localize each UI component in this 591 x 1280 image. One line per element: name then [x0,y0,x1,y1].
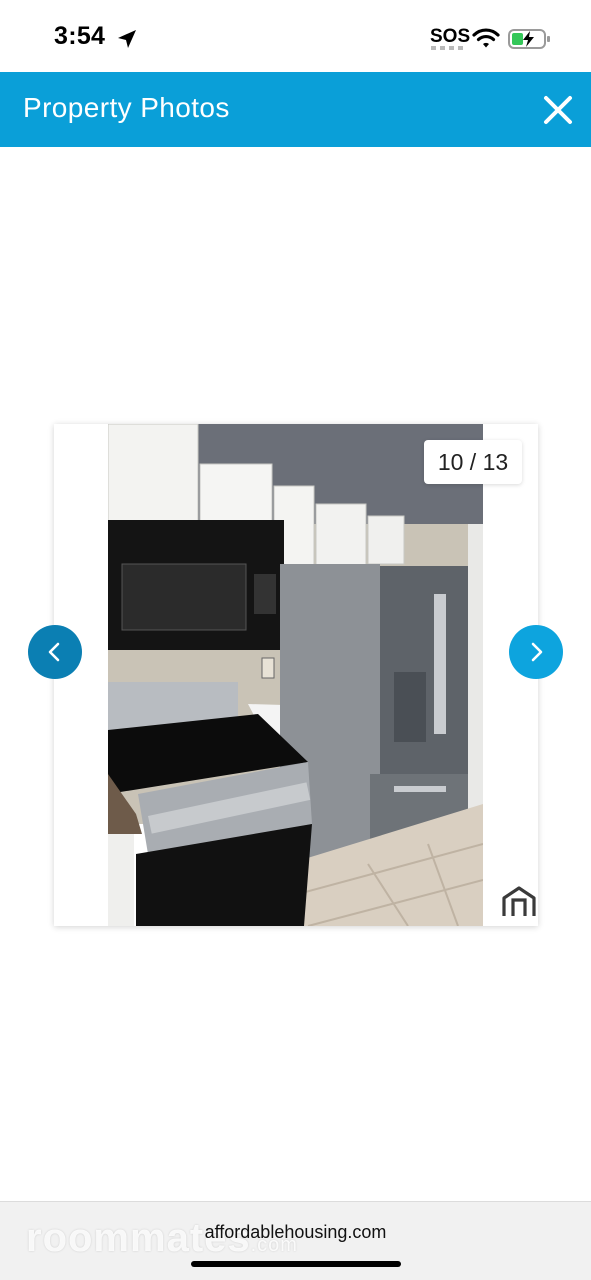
home-indicator[interactable] [191,1261,401,1267]
property-photo[interactable] [108,424,483,926]
chevron-left-icon [48,642,60,662]
status-bar: 3:54 SOS [0,0,591,72]
close-icon[interactable] [540,92,576,128]
wifi-icon [472,28,500,48]
page-title: Property Photos [23,92,230,123]
signal-dots [431,46,463,50]
location-arrow-icon [118,30,136,48]
status-time: 3:54 [54,22,106,50]
battery-charging-icon [508,29,550,49]
app-header: Property Photos [0,72,591,147]
sos-indicator: SOS [430,26,471,47]
previous-photo-button[interactable] [28,625,82,679]
photo-counter: 10 / 13 [424,440,522,484]
chevron-right-icon [531,642,543,662]
site-domain[interactable]: affordablehousing.com [0,1222,591,1243]
next-photo-button[interactable] [509,625,563,679]
home-logo-icon [502,886,536,916]
browser-address-bar[interactable]: roommates.com affordablehousing.com [0,1201,591,1280]
photo-card [54,424,538,926]
